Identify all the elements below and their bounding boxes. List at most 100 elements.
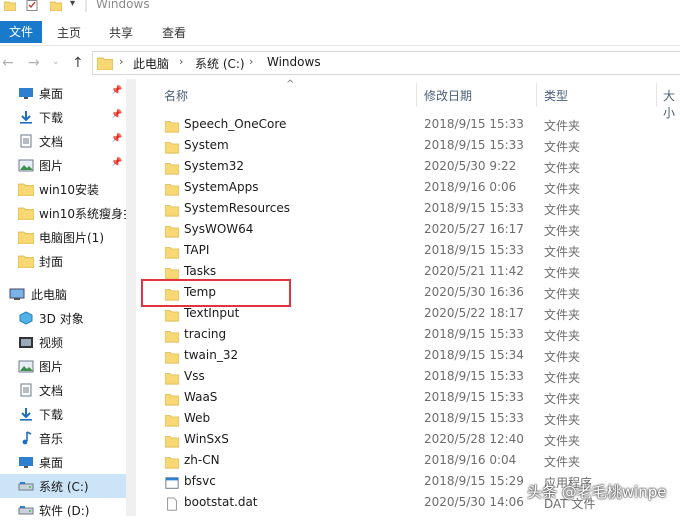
pin-icon[interactable]: 📌	[111, 134, 122, 144]
folder-icon[interactable]	[4, 0, 16, 11]
file-name: bootstat.dat	[184, 495, 258, 509]
this-pc-item[interactable]: 软件 (D:)	[0, 498, 126, 522]
quick-access-item[interactable]: win10系统瘦身扌	[0, 201, 126, 225]
file-row[interactable]: zh-CN 2018/9/16 0:04 文件夹	[140, 451, 680, 472]
quick-access-item[interactable]: 桌面 📌	[0, 81, 126, 105]
file-type: 文件夹	[544, 455, 581, 469]
file-row[interactable]: WaaS 2018/9/15 15:33 文件夹	[140, 388, 680, 409]
new-folder-icon[interactable]	[50, 0, 62, 11]
navigation-pane: 桌面 📌 下载 📌 文档 📌 图片 📌 win10安装 win10系统瘦身扌 电脑图片(1) 封面 此电…	[0, 79, 128, 518]
back-icon[interactable]: ←	[2, 55, 14, 71]
file-row[interactable]: System32 2020/5/30 9:22 文件夹	[140, 157, 680, 178]
quick-access-item[interactable]: 封面	[0, 249, 126, 273]
customize-toolbar-icon[interactable]: ▾	[70, 0, 75, 9]
folder-icon	[18, 207, 34, 220]
file-row[interactable]: Speech_OneCore 2018/9/15 15:33 文件夹	[140, 115, 680, 136]
this-pc-item[interactable]: 音乐	[0, 426, 126, 450]
this-pc-item[interactable]: 桌面	[0, 450, 126, 474]
file-modified-date: 2018/9/15 15:33	[424, 117, 524, 131]
quick-access-item[interactable]: 下载 📌	[0, 105, 126, 129]
desktop-icon	[19, 457, 33, 468]
file-type: 文件夹	[544, 182, 581, 196]
breadcrumb-this-pc[interactable]: 此电脑	[133, 55, 169, 72]
breadcrumb-windows[interactable]: Windows	[267, 55, 321, 69]
column-header-name[interactable]: 名称	[164, 87, 188, 104]
nav-scrollbar[interactable]	[126, 79, 136, 516]
breadcrumb-separator[interactable]: ›	[179, 55, 183, 68]
computer-icon	[9, 288, 25, 300]
file-name: Tasks	[184, 264, 217, 278]
folder-icon	[165, 310, 179, 322]
this-pc-item[interactable]: 视频	[0, 330, 126, 354]
pin-icon[interactable]: 📌	[111, 110, 122, 120]
breadcrumb-drive-c[interactable]: 系统 (C:)	[195, 55, 245, 72]
breadcrumb-separator[interactable]: ›	[119, 55, 123, 68]
address-bar[interactable]: › 此电脑 › 系统 (C:) › Windows	[92, 51, 680, 75]
video-icon	[19, 337, 33, 348]
pin-icon[interactable]: 📌	[111, 86, 122, 96]
file-row[interactable]: SysWOW64 2020/5/27 16:17 文件夹	[140, 220, 680, 241]
column-header-type[interactable]: 类型	[544, 87, 568, 104]
file-name: System32	[184, 159, 245, 173]
forward-icon[interactable]: →	[28, 55, 40, 71]
up-icon[interactable]: ↑	[72, 55, 84, 71]
column-divider[interactable]	[536, 83, 537, 107]
tab-home[interactable]: 主页	[54, 22, 84, 44]
file-row[interactable]: SystemResources 2018/9/15 15:33 文件夹	[140, 199, 680, 220]
breadcrumb-separator[interactable]: ›	[249, 55, 253, 68]
folder-icon	[165, 247, 179, 259]
nav-this-pc[interactable]: 此电脑	[0, 282, 126, 306]
file-row[interactable]: TextInput 2020/5/22 18:17 文件夹	[140, 304, 680, 325]
file-name: SystemApps	[184, 180, 259, 194]
file-type: 文件夹	[544, 308, 581, 322]
column-header-modified[interactable]: 修改日期	[424, 87, 472, 104]
folder-icon	[97, 57, 113, 70]
quick-access-item[interactable]: 图片 📌	[0, 153, 126, 177]
this-pc-item[interactable]: 系统 (C:)	[0, 474, 126, 498]
file-name: System	[184, 138, 229, 152]
this-pc-item[interactable]: 文档	[0, 378, 126, 402]
file-row[interactable]: WinSxS 2020/5/28 12:40 文件夹	[140, 430, 680, 451]
this-pc-item[interactable]: 图片	[0, 354, 126, 378]
file-row[interactable]: Web 2018/9/15 15:33 文件夹	[140, 409, 680, 430]
quick-access-item[interactable]: win10安装	[0, 177, 126, 201]
tab-share[interactable]: 共享	[106, 22, 136, 44]
file-row[interactable]: System 2018/9/15 15:33 文件夹	[140, 136, 680, 157]
nav-item-label: 系统 (C:)	[39, 480, 89, 494]
nav-item-label: 文档	[39, 384, 64, 398]
pin-icon[interactable]: 📌	[111, 158, 122, 168]
file-modified-date: 2020/5/27 16:17	[424, 222, 524, 236]
nav-item-label: 电脑图片(1)	[39, 231, 104, 245]
tab-view[interactable]: 查看	[159, 22, 189, 44]
tab-file[interactable]: 文件	[0, 21, 42, 43]
quick-access-item[interactable]: 文档 📌	[0, 129, 126, 153]
quick-access-item[interactable]: 电脑图片(1)	[0, 225, 126, 249]
file-name: twain_32	[184, 348, 239, 362]
recent-locations-icon[interactable]: ⌄	[52, 57, 60, 67]
column-divider[interactable]	[416, 83, 417, 107]
file-type: 文件夹	[544, 329, 581, 343]
nav-item-label: 3D 对象	[39, 312, 84, 326]
this-pc-item[interactable]: 3D 对象	[0, 306, 126, 330]
navigation-bar: ← → ⌄ ↑ › 此电脑 › 系统 (C:) › Windows	[0, 47, 680, 79]
file-modified-date: 2020/5/22 18:17	[424, 306, 524, 320]
folder-icon	[165, 436, 179, 448]
properties-check-icon[interactable]	[26, 0, 38, 11]
file-modified-date: 2018/9/15 15:33	[424, 411, 524, 425]
title-divider: |	[84, 0, 89, 12]
file-row[interactable]: Vss 2018/9/15 15:33 文件夹	[140, 367, 680, 388]
file-row[interactable]: TAPI 2018/9/15 15:33 文件夹	[140, 241, 680, 262]
column-divider[interactable]	[656, 83, 657, 107]
file-row[interactable]: tracing 2018/9/15 15:33 文件夹	[140, 325, 680, 346]
file-name: Vss	[184, 369, 205, 383]
file-row[interactable]: SystemApps 2018/9/16 0:06 文件夹	[140, 178, 680, 199]
folder-icon	[18, 231, 34, 244]
this-pc-item[interactable]: 下载	[0, 402, 126, 426]
nav-item-label: 封面	[39, 255, 64, 269]
file-type: 文件夹	[544, 161, 581, 175]
file-row[interactable]: twain_32 2018/9/15 15:34 文件夹	[140, 346, 680, 367]
folder-icon	[165, 184, 179, 196]
file-type: 文件夹	[544, 434, 581, 448]
file-name: SystemResources	[184, 201, 291, 215]
folder-icon	[165, 205, 179, 217]
